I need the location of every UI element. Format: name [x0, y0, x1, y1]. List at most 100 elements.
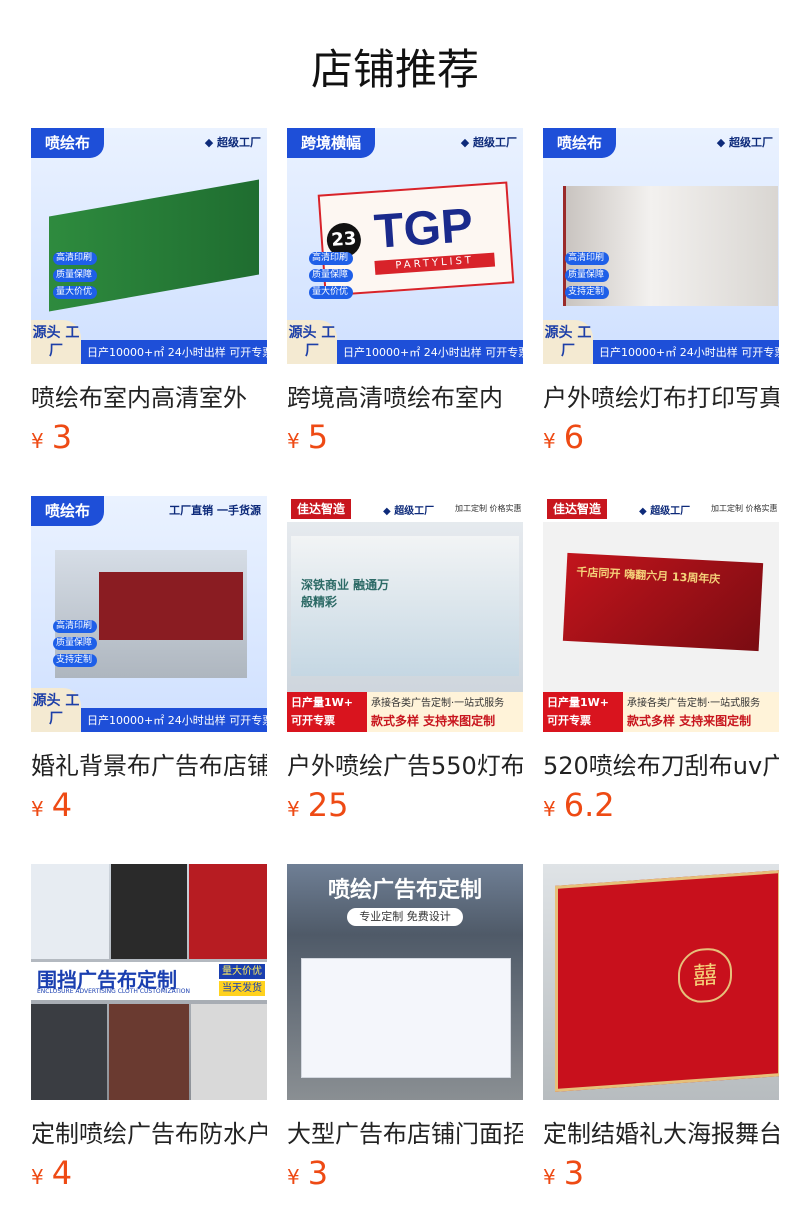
- headline: 喷绘广告布定制: [327, 878, 482, 903]
- product-name[interactable]: 喷绘布室内高清室外: [31, 378, 267, 412]
- currency-symbol: ¥: [31, 1165, 44, 1189]
- feature-tag: 质量保障: [565, 269, 610, 282]
- feature-tag: 支持定制: [565, 286, 610, 299]
- product-name[interactable]: 定制喷绘广告布防水户外: [31, 1114, 267, 1148]
- product-name[interactable]: 跨境高清喷绘布室内: [287, 378, 523, 412]
- logo: 佳达智造: [547, 499, 608, 519]
- source-badge: 源头 工厂: [31, 320, 81, 364]
- source-badge: 源头 工厂: [543, 320, 593, 364]
- currency-symbol: ¥: [543, 429, 556, 453]
- price-value: 3: [563, 1154, 585, 1192]
- image-header: 佳达智造 ◆ 超级工厂 加工定制 价格实惠: [543, 496, 779, 522]
- banner-headline: TGP: [372, 199, 475, 259]
- currency-symbol: ¥: [287, 1165, 300, 1189]
- price-value: 6.2: [563, 786, 615, 824]
- footer-right-line1: 承接各类广告定制·一站式服务: [627, 698, 761, 709]
- image-header: 佳达智造 ◆ 超级工厂 加工定制 价格实惠: [287, 496, 523, 522]
- source-badge: 源头 工厂: [31, 688, 81, 732]
- photo-panel: [189, 864, 267, 959]
- product-price: ¥6.2: [543, 786, 615, 826]
- brand-label: ◆ 超级工厂: [639, 506, 691, 517]
- photo-panel: [31, 864, 109, 959]
- badge: 量大价优: [219, 964, 265, 979]
- product-image[interactable]: 喷绘布 ◆ 超级工厂 高清印刷 质量保障 支持定制 日产10000+㎡ 24小时…: [543, 128, 779, 364]
- product-price: ¥6: [543, 418, 584, 458]
- source-badge: 源头 工厂: [287, 320, 337, 364]
- currency-symbol: ¥: [543, 797, 556, 821]
- feature-tag: 量大价优: [53, 286, 98, 299]
- header-extra: 加工定制 价格实惠: [711, 504, 778, 513]
- footer-left: 日产量1W+ 可开专票: [543, 692, 623, 732]
- footer-right-line1: 承接各类广告定制·一站式服务: [371, 698, 505, 709]
- image-category-label: 跨境横幅: [287, 128, 376, 158]
- image-category-label: 喷绘布: [543, 128, 617, 158]
- wedding-backdrop: 囍: [555, 870, 779, 1092]
- currency-symbol: ¥: [31, 797, 44, 821]
- product-name[interactable]: 户外喷绘广告550灯布: [287, 746, 523, 780]
- headline-strip: 围挡广告布定制 ENCLOSURE ADVERTISING CLOTH CUST…: [31, 962, 267, 1000]
- currency-symbol: ¥: [287, 429, 300, 453]
- currency-symbol: ¥: [31, 429, 44, 453]
- image-footer: 日产量1W+ 可开专票 承接各类广告定制·一站式服务 款式多样 支持来图定制: [543, 692, 779, 732]
- product-price: ¥25: [287, 786, 348, 826]
- price-value: 5: [307, 418, 329, 456]
- photo-panel: [31, 1004, 107, 1100]
- product-name[interactable]: 大型广告布店铺门面招牌: [287, 1114, 523, 1148]
- product-name[interactable]: 婚礼背景布广告布店铺: [31, 746, 267, 780]
- product-image[interactable]: 围挡广告布定制 ENCLOSURE ADVERTISING CLOTH CUST…: [31, 864, 267, 1100]
- brand-icon: ◆: [204, 136, 214, 149]
- product-image[interactable]: 喷绘布 ◆ 超级工厂 高清印刷 质量保障 量大价优 日产10000+㎡ 24小时…: [31, 128, 267, 364]
- product-image[interactable]: 佳达智造 ◆ 超级工厂 加工定制 价格实惠 深铁商业 融通万般精彩 日产量1W+…: [287, 496, 523, 732]
- header-extra: 加工定制 价格实惠: [455, 504, 522, 513]
- product-image[interactable]: 喷绘布 工厂直销 一手货源 高清印刷 质量保障 支持定制 日产10000+㎡ 2…: [31, 496, 267, 732]
- product-name[interactable]: 520喷绘布刀刮布uv广告: [543, 746, 779, 780]
- backdrop-graphic: [301, 958, 511, 1078]
- scene-text: 千店同开 嗨翻六月 13周年庆: [576, 565, 721, 586]
- brand-icon: ◆: [460, 136, 470, 149]
- product-image[interactable]: 囍: [543, 864, 779, 1100]
- brand-label: ◆ 超级工厂: [716, 136, 773, 149]
- feature-tag: 质量保障: [309, 269, 354, 282]
- feature-tag: 质量保障: [53, 269, 98, 282]
- double-happiness-icon: 囍: [678, 946, 732, 1005]
- feature-tag: 量大价优: [309, 286, 354, 299]
- image-category-label: 喷绘布: [31, 128, 105, 158]
- price-value: 6: [563, 418, 585, 456]
- scene-text: 深铁商业 融通万般精彩: [301, 578, 390, 609]
- price-value: 25: [307, 786, 349, 824]
- product-name[interactable]: 定制结婚礼大海报舞台: [543, 1114, 779, 1148]
- product-image[interactable]: 佳达智造 ◆ 超级工厂 加工定制 价格实惠 千店同开 嗨翻六月 13周年庆 日产…: [543, 496, 779, 732]
- feature-tag: 高清印刷: [53, 620, 98, 633]
- product-image[interactable]: 喷绘广告布定制 专业定制 免费设计: [287, 864, 523, 1100]
- image-footer: 日产量1W+ 可开专票 承接各类广告定制·一站式服务 款式多样 支持来图定制: [287, 692, 523, 732]
- currency-symbol: ¥: [543, 1165, 556, 1189]
- headline-sub: 专业定制 免费设计: [347, 908, 463, 926]
- page-title: 店铺推荐: [310, 45, 479, 94]
- product-price: ¥5: [287, 418, 328, 458]
- price-value: 4: [51, 786, 73, 824]
- brand-label: ◆ 超级工厂: [460, 136, 517, 149]
- price-value: 4: [51, 1154, 73, 1192]
- badge: 当天发货: [219, 981, 265, 996]
- footer-right-line2: 款式多样 支持来图定制: [371, 714, 496, 728]
- product-price: ¥3: [543, 1154, 584, 1194]
- scene-graphic: 千店同开 嗨翻六月 13周年庆: [562, 552, 764, 652]
- product-image[interactable]: 跨境横幅 ◆ 超级工厂 23 TGP PARTYLIST 高清印刷 质量保障 量…: [287, 128, 523, 364]
- brand-icon: ◆: [716, 136, 726, 149]
- image-category-label: 喷绘布: [31, 496, 105, 526]
- product-price: ¥3: [31, 418, 72, 458]
- feature-tag: 高清印刷: [309, 252, 354, 265]
- header-right-text: 工厂直销 一手货源: [169, 504, 261, 517]
- price-value: 3: [51, 418, 73, 456]
- headline-sub: ENCLOSURE ADVERTISING CLOTH CUSTOMIZATIO…: [37, 988, 190, 995]
- brand-label: ◆ 超级工厂: [204, 136, 261, 149]
- brand-label: ◆ 超级工厂: [383, 506, 435, 517]
- product-name[interactable]: 户外喷绘灯布打印写真: [543, 378, 779, 412]
- brand-icon: ◆: [383, 506, 391, 517]
- footer-left: 日产量1W+ 可开专票: [287, 692, 367, 732]
- footer-right-line2: 款式多样 支持来图定制: [627, 714, 752, 728]
- scene-graphic: 深铁商业 融通万般精彩: [291, 536, 519, 676]
- photo-panel: [109, 1004, 189, 1100]
- currency-symbol: ¥: [287, 797, 300, 821]
- product-price: ¥4: [31, 1154, 72, 1194]
